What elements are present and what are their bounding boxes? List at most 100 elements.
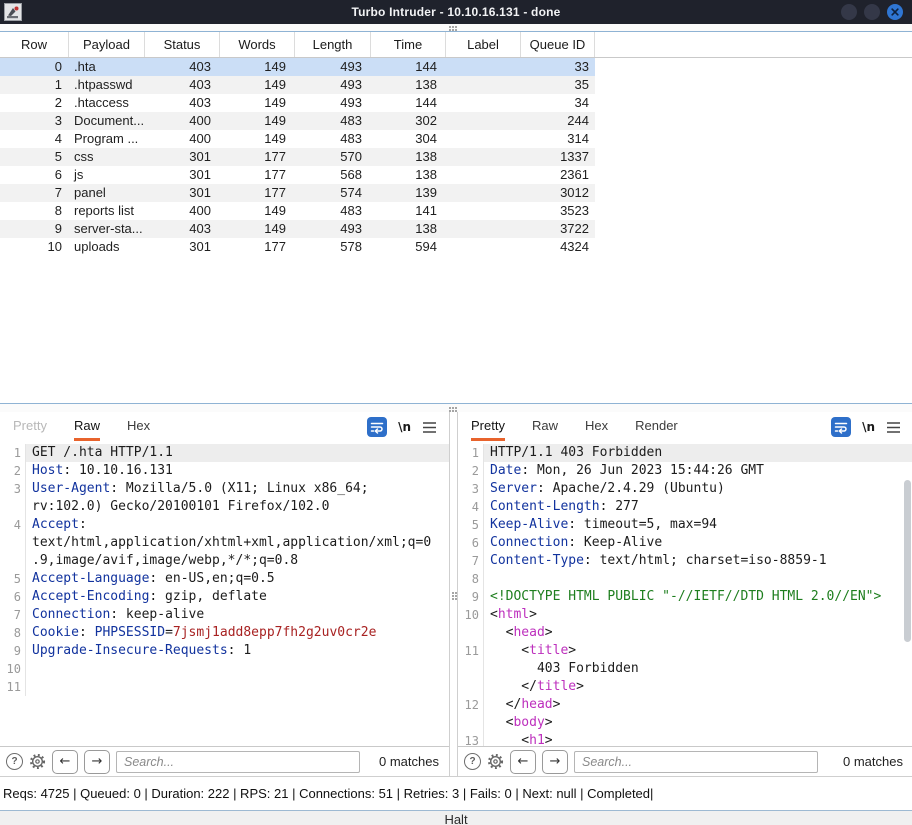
halt-button[interactable]: Halt xyxy=(0,810,912,825)
cell-label xyxy=(446,130,521,148)
table-row[interactable]: 7panel3011775741393012 xyxy=(0,184,595,202)
header-cell-label[interactable]: Label xyxy=(446,32,521,57)
cell-status: 301 xyxy=(145,238,220,256)
request-tab-hex[interactable]: Hex xyxy=(127,414,150,441)
search-input[interactable] xyxy=(574,751,818,773)
next-match-button[interactable]: → xyxy=(542,750,568,774)
cell-length: 568 xyxy=(295,166,371,184)
table-row[interactable]: 2.htaccess40314949314434 xyxy=(0,94,595,112)
prev-match-button[interactable]: ← xyxy=(510,750,536,774)
line-number: 5 xyxy=(0,570,26,588)
response-tab-render[interactable]: Render xyxy=(635,414,678,441)
line-text: GET /.hta HTTP/1.1 xyxy=(26,444,449,462)
newline-toggle[interactable]: \n xyxy=(398,420,411,434)
cell-row: 9 xyxy=(0,220,69,238)
header-cell-length[interactable]: Length xyxy=(295,32,371,57)
request-tab-pretty[interactable]: Pretty xyxy=(13,414,47,441)
cell-row: 1 xyxy=(0,76,69,94)
table-row[interactable]: 3Document...400149483302244 xyxy=(0,112,595,130)
cell-time: 144 xyxy=(371,58,446,76)
word-wrap-toggle[interactable] xyxy=(367,417,387,437)
header-cell-status[interactable]: Status xyxy=(145,32,220,57)
word-wrap-toggle[interactable] xyxy=(831,417,851,437)
cell-words: 149 xyxy=(220,112,295,130)
editor-splitter[interactable] xyxy=(0,403,912,412)
cell-queue_id: 34 xyxy=(521,94,595,112)
request-tabs: Pretty Raw Hex xyxy=(0,414,150,441)
search-input[interactable] xyxy=(116,751,360,773)
cell-status: 400 xyxy=(145,130,220,148)
code-line: rv:102.0) Gecko/20100101 Firefox/102.0 xyxy=(0,498,449,516)
scrollbar-thumb[interactable] xyxy=(904,480,911,642)
code-line: 4Content-Length: 277 xyxy=(458,498,912,516)
top-splitter[interactable] xyxy=(0,24,912,32)
code-line: 6Connection: Keep-Alive xyxy=(458,534,912,552)
cell-label xyxy=(446,148,521,166)
cell-time: 139 xyxy=(371,184,446,202)
table-row[interactable]: 6js3011775681382361 xyxy=(0,166,595,184)
line-number: 7 xyxy=(0,606,26,624)
response-tab-hex[interactable]: Hex xyxy=(585,414,608,441)
header-cell-row[interactable]: Row xyxy=(0,32,69,57)
cell-row: 0 xyxy=(0,58,69,76)
line-text: Content-Type: text/html; charset=iso-885… xyxy=(484,552,912,570)
request-editor[interactable]: 1GET /.hta HTTP/1.12Host: 10.10.16.1313U… xyxy=(0,442,449,746)
response-editor[interactable]: 1HTTP/1.1 403 Forbidden2Date: Mon, 26 Ju… xyxy=(458,442,912,746)
line-number xyxy=(458,660,484,678)
response-tab-raw[interactable]: Raw xyxy=(532,414,558,441)
cell-queue_id: 35 xyxy=(521,76,595,94)
line-text: Content-Length: 277 xyxy=(484,498,912,516)
line-number xyxy=(458,624,484,642)
minimize-button[interactable] xyxy=(841,4,857,20)
panel-splitter-handle[interactable] xyxy=(452,592,457,600)
next-match-button[interactable]: → xyxy=(84,750,110,774)
prev-match-button[interactable]: ← xyxy=(52,750,78,774)
header-cell-words[interactable]: Words xyxy=(220,32,295,57)
cell-time: 144 xyxy=(371,94,446,112)
search-settings-icon[interactable] xyxy=(29,753,46,770)
table-row[interactable]: 0.hta40314949314433 xyxy=(0,58,595,76)
table-row[interactable]: 9server-sta...4031494931383722 xyxy=(0,220,595,238)
cell-time: 594 xyxy=(371,238,446,256)
code-line: 11 <title> xyxy=(458,642,912,660)
cell-length: 493 xyxy=(295,58,371,76)
help-icon[interactable]: ? xyxy=(464,753,481,770)
line-text: <html> xyxy=(484,606,912,624)
cell-time: 302 xyxy=(371,112,446,130)
code-line: .9,image/avif,image/webp,*/*;q=0.8 xyxy=(0,552,449,570)
panel-menu-icon[interactable] xyxy=(886,421,901,434)
line-text: HTTP/1.1 403 Forbidden xyxy=(484,444,912,462)
table-row[interactable]: 4Program ...400149483304314 xyxy=(0,130,595,148)
request-tab-raw[interactable]: Raw xyxy=(74,414,100,441)
cell-payload: .htaccess xyxy=(69,94,145,112)
line-text: Host: 10.10.16.131 xyxy=(26,462,449,480)
cell-length: 483 xyxy=(295,130,371,148)
cell-time: 138 xyxy=(371,148,446,166)
response-tab-pretty[interactable]: Pretty xyxy=(471,414,505,441)
code-line: 9<!DOCTYPE HTML PUBLIC "-//IETF//DTD HTM… xyxy=(458,588,912,606)
line-text: <body> xyxy=(484,714,912,732)
close-button[interactable] xyxy=(887,4,903,20)
cell-words: 149 xyxy=(220,130,295,148)
header-cell-time[interactable]: Time xyxy=(371,32,446,57)
table-row[interactable]: 1.htpasswd40314949313835 xyxy=(0,76,595,94)
table-row[interactable]: 10uploads3011775785944324 xyxy=(0,238,595,256)
table-row[interactable]: 8reports list4001494831413523 xyxy=(0,202,595,220)
cell-time: 138 xyxy=(371,166,446,184)
line-number xyxy=(458,714,484,732)
line-number xyxy=(0,534,26,552)
line-text: Accept: xyxy=(26,516,449,534)
table-row[interactable]: 5css3011775701381337 xyxy=(0,148,595,166)
code-line: 9Upgrade-Insecure-Requests: 1 xyxy=(0,642,449,660)
maximize-button[interactable] xyxy=(864,4,880,20)
line-text: Date: Mon, 26 Jun 2023 15:44:26 GMT xyxy=(484,462,912,480)
cell-words: 177 xyxy=(220,148,295,166)
newline-toggle[interactable]: \n xyxy=(862,420,875,434)
help-icon[interactable]: ? xyxy=(6,753,23,770)
search-settings-icon[interactable] xyxy=(487,753,504,770)
header-cell-queue-id[interactable]: Queue ID xyxy=(521,32,595,57)
line-number: 9 xyxy=(0,642,26,660)
header-cell-payload[interactable]: Payload xyxy=(69,32,145,57)
line-number xyxy=(458,678,484,696)
panel-menu-icon[interactable] xyxy=(422,421,437,434)
